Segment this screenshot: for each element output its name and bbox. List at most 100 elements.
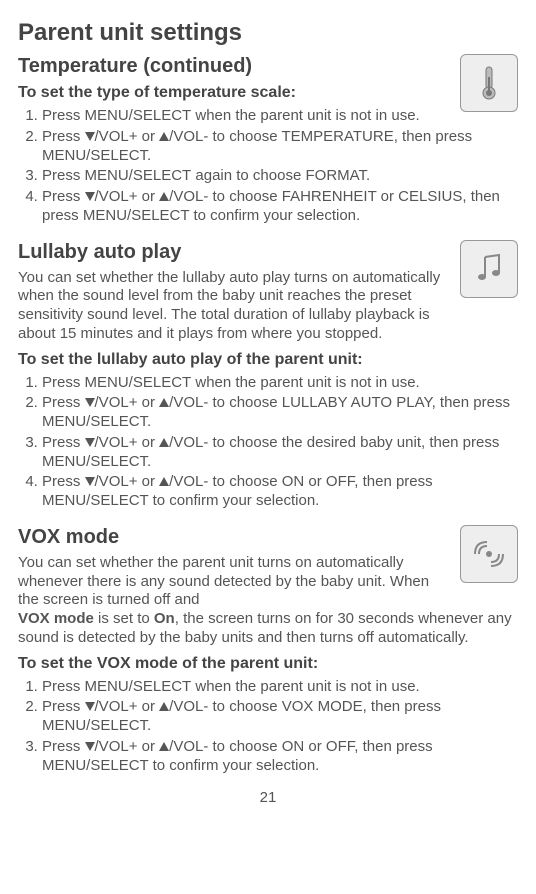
- text: to confirm your selection.: [148, 492, 319, 509]
- text: Press: [42, 167, 85, 184]
- text: MENU: [83, 207, 127, 224]
- text: OFF: [326, 738, 354, 755]
- text: again to choose: [191, 167, 305, 184]
- text: .: [147, 717, 151, 734]
- text: MENU: [42, 717, 86, 734]
- down-triangle-icon: [85, 192, 95, 201]
- temperature-steps: Press MENU/SELECT when the parent unit i…: [18, 107, 518, 226]
- text: MENU/: [85, 678, 133, 695]
- text: /SELECT: [86, 453, 147, 470]
- up-triangle-icon: [159, 398, 169, 407]
- text: or: [304, 473, 326, 490]
- text: MENU/: [85, 167, 133, 184]
- text: /VOL+: [95, 434, 138, 451]
- text: MENU: [42, 413, 86, 430]
- text: VOX MODE: [282, 698, 363, 715]
- list-item: Press /VOL+ or /VOL- to choose FAHRENHEI…: [42, 188, 518, 226]
- text: ON: [282, 473, 305, 490]
- text: /VOL+: [95, 698, 138, 715]
- text: to choose: [208, 698, 281, 715]
- down-triangle-icon: [85, 398, 95, 407]
- sound-wave-icon: [460, 525, 518, 583]
- text: /SELECT: [86, 757, 148, 774]
- vox-subheading: To set the VOX mode of the parent unit:: [18, 654, 518, 674]
- text: SELECT: [133, 374, 191, 391]
- temperature-heading: Temperature (continued): [18, 54, 448, 79]
- up-triangle-icon: [159, 477, 169, 486]
- lullaby-description: You can set whether the lullaby auto pla…: [18, 269, 448, 344]
- text: Press: [42, 698, 85, 715]
- text: when the parent unit is not in use.: [191, 107, 419, 124]
- text: LULLABY AUTO PLAY: [282, 394, 432, 411]
- lullaby-section: Lullaby auto play You can set whether th…: [18, 240, 518, 511]
- text: SELECT: [133, 107, 191, 124]
- text: MENU/: [85, 374, 133, 391]
- text: or: [304, 738, 326, 755]
- text: MENU/: [85, 107, 133, 124]
- temperature-subheading: To set the type of temperature scale:: [18, 83, 448, 103]
- list-item: Press MENU/SELECT when the parent unit i…: [42, 374, 518, 393]
- text: OFF: [326, 473, 354, 490]
- text: On: [154, 610, 175, 627]
- page-number: 21: [18, 789, 518, 808]
- list-item: Press /VOL+ or /VOL- to choose ON or OFF…: [42, 473, 518, 511]
- vox-section: VOX mode You can set whether the parent …: [18, 525, 518, 776]
- list-item: Press /VOL+ or /VOL- to choose TEMPERATU…: [42, 128, 518, 166]
- text: /VOL+: [95, 738, 138, 755]
- list-item: Press /VOL+ or /VOL- to choose LULLABY A…: [42, 394, 518, 432]
- lullaby-subheading: To set the lullaby auto play of the pare…: [18, 350, 518, 370]
- down-triangle-icon: [85, 742, 95, 751]
- text: MENU: [42, 147, 86, 164]
- text: or: [137, 738, 159, 755]
- text: or: [137, 128, 159, 145]
- text: /VOL+: [95, 473, 138, 490]
- text: .: [147, 453, 151, 470]
- temperature-section: Temperature (continued) To set the type …: [18, 54, 518, 226]
- text: Press: [42, 738, 85, 755]
- text: Press: [42, 107, 85, 124]
- up-triangle-icon: [159, 438, 169, 447]
- vox-description: You can set whether the parent unit turn…: [18, 554, 518, 648]
- text: .: [147, 413, 151, 430]
- up-triangle-icon: [159, 702, 169, 711]
- text: SELECT: [133, 678, 191, 695]
- list-item: Press MENU/SELECT when the parent unit i…: [42, 107, 518, 126]
- text: Press: [42, 394, 85, 411]
- text: /VOL-: [169, 188, 208, 205]
- text: MENU: [42, 453, 86, 470]
- text: /VOL-: [169, 394, 208, 411]
- text: /VOL-: [169, 698, 208, 715]
- text: to choose: [208, 188, 281, 205]
- list-item: Press /VOL+ or /VOL- to choose VOX MODE,…: [42, 698, 518, 736]
- text: MENU: [42, 492, 86, 509]
- list-item: Press MENU/SELECT again to choose FORMAT…: [42, 167, 518, 186]
- text: to choose: [208, 128, 281, 145]
- text: /SELECT: [86, 492, 148, 509]
- text: or: [137, 473, 159, 490]
- text: when the parent unit is not in use.: [191, 678, 419, 695]
- list-item: Press /VOL+ or /VOL- to choose the desir…: [42, 434, 518, 472]
- text: /SELECT: [127, 207, 189, 224]
- text: , then press: [354, 738, 432, 755]
- text: to choose the desired baby unit, then pr…: [208, 434, 499, 451]
- text: FORMAT: [305, 167, 366, 184]
- text: , then press: [394, 128, 472, 145]
- text: /VOL-: [169, 473, 208, 490]
- text: Press: [42, 473, 85, 490]
- text: VOX mode: [18, 610, 94, 627]
- text: /VOL+: [95, 188, 138, 205]
- down-triangle-icon: [85, 477, 95, 486]
- text: /SELECT: [86, 147, 147, 164]
- page-title: Parent unit settings: [18, 18, 518, 48]
- text: ON: [282, 738, 305, 755]
- text: .: [147, 147, 151, 164]
- text: or: [137, 394, 159, 411]
- text: Press: [42, 678, 85, 695]
- text: FAHRENHEIT: [282, 188, 377, 205]
- text: Press: [42, 128, 85, 145]
- text: CELSIUS: [398, 188, 462, 205]
- down-triangle-icon: [85, 702, 95, 711]
- text: Press: [42, 188, 85, 205]
- lullaby-steps: Press MENU/SELECT when the parent unit i…: [18, 374, 518, 511]
- text: or: [137, 188, 159, 205]
